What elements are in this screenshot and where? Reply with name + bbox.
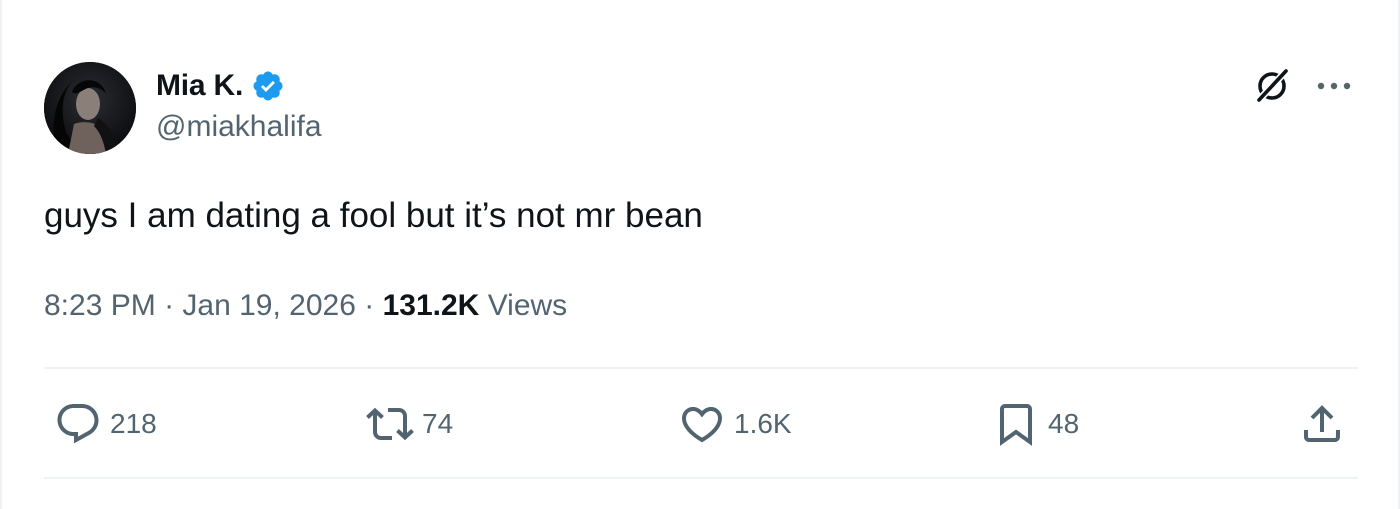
- like-count: 1.6K: [734, 408, 792, 439]
- repost-icon: [366, 407, 414, 441]
- tweet-date[interactable]: Jan 19, 2026: [182, 289, 355, 322]
- share-icon: [1304, 405, 1340, 442]
- display-name[interactable]: Mia K.: [156, 69, 243, 103]
- tweet-text: guys I am dating a fool but it’s not mr …: [44, 196, 703, 235]
- more-icon[interactable]: [1314, 70, 1354, 102]
- grok-icon[interactable]: [1252, 66, 1292, 106]
- bookmark-button[interactable]: 48: [992, 400, 1079, 448]
- meta-separator: ·: [164, 289, 175, 322]
- tweet-time[interactable]: 8:23 PM: [44, 289, 156, 322]
- meta-separator: ·: [364, 289, 375, 322]
- share-button[interactable]: [1298, 400, 1346, 448]
- divider: [44, 367, 1358, 369]
- like-button[interactable]: 1.6K: [678, 400, 792, 448]
- views-label[interactable]: Views: [488, 289, 567, 322]
- bookmark-count: 48: [1048, 408, 1080, 439]
- avatar[interactable]: [44, 62, 136, 154]
- repost-count: 74: [422, 408, 454, 439]
- author-name-row[interactable]: Mia K.: [156, 66, 285, 106]
- views-count[interactable]: 131.2K: [383, 289, 480, 322]
- bookmark-icon: [1000, 404, 1032, 446]
- reply-count: 218: [110, 408, 157, 439]
- heart-icon: [681, 407, 723, 443]
- tweet-meta: 8:23 PM · Jan 19, 2026 · 131.2K Views: [44, 284, 567, 328]
- tweet-card: Mia K. @miakhalifa guys I am dating a fo…: [0, 0, 1400, 509]
- author-handle[interactable]: @miakhalifa: [156, 110, 322, 144]
- reply-icon: [57, 404, 99, 444]
- reply-button[interactable]: 218: [54, 400, 157, 448]
- divider: [44, 477, 1358, 479]
- repost-button[interactable]: 74: [366, 400, 453, 448]
- verified-badge-icon[interactable]: [251, 69, 285, 103]
